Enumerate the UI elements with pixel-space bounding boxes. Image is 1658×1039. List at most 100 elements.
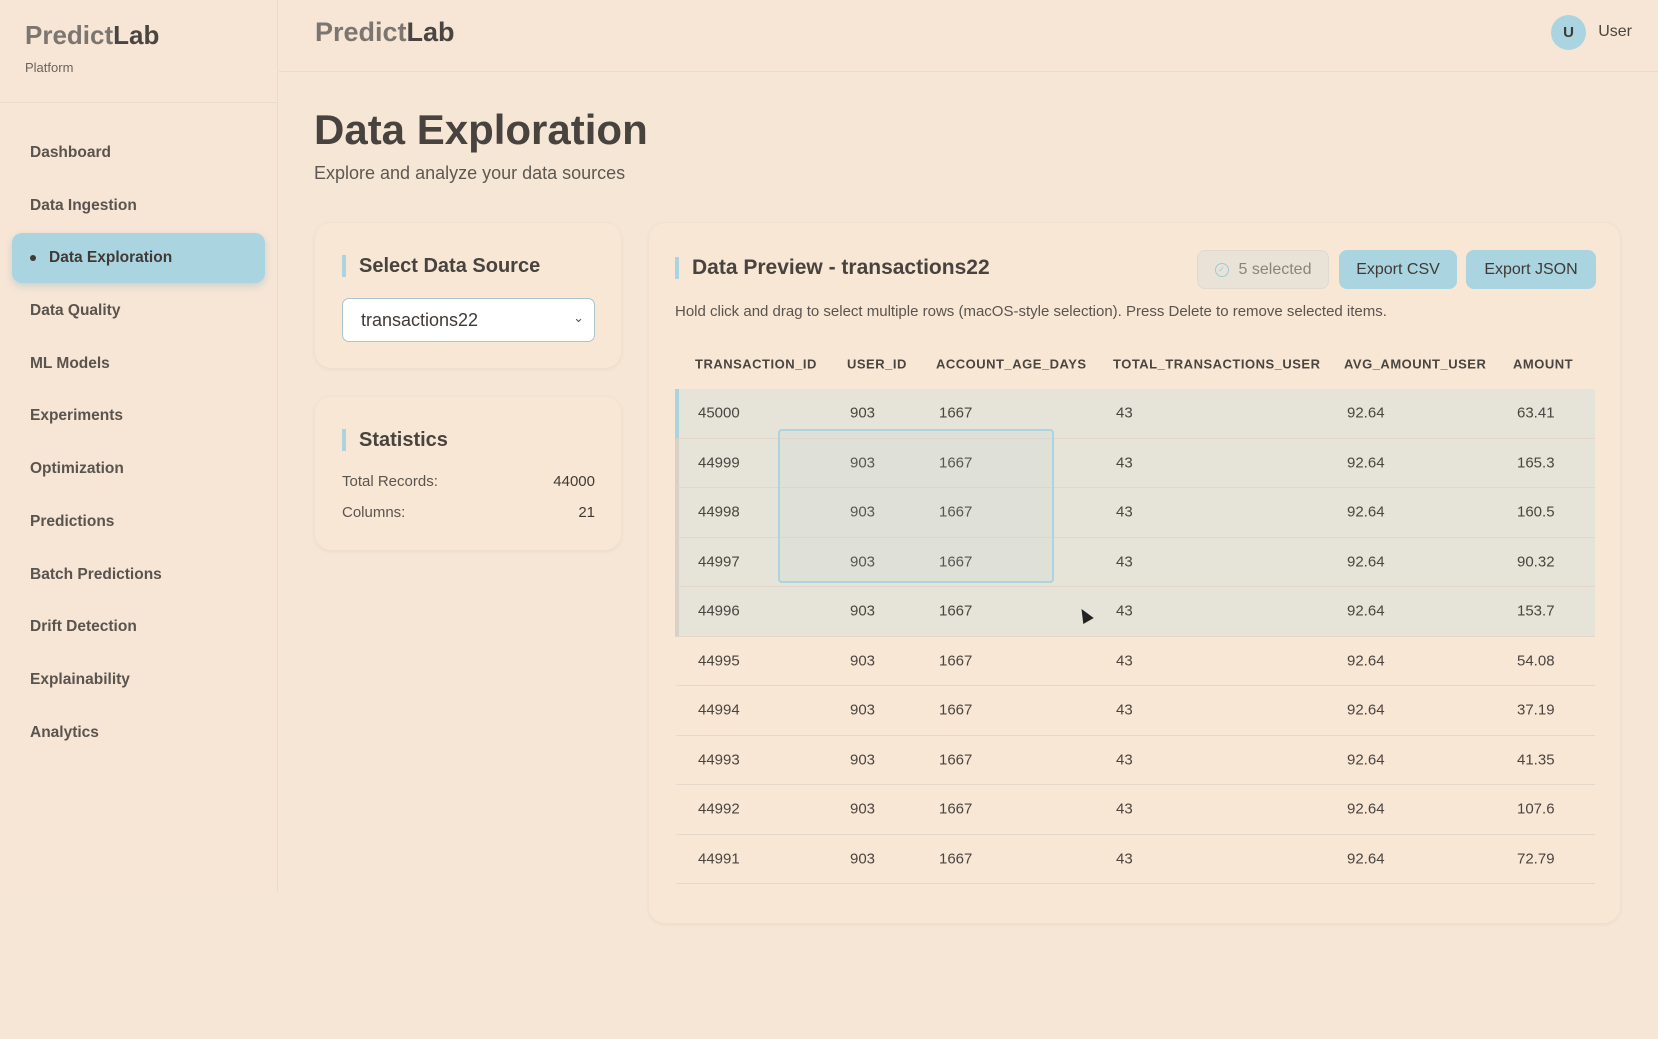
sidebar-item-dashboard[interactable]: Dashboard xyxy=(12,128,265,178)
sidebar-item-label: Optimization xyxy=(30,460,124,478)
table-cell: 44993 xyxy=(698,751,740,769)
top-bar: PredictLab U User xyxy=(279,0,1658,72)
table-cell: 72.79 xyxy=(1517,850,1555,868)
table-row[interactable]: 44991 903 1667 43 92.64 72.79 xyxy=(675,835,1595,884)
sidebar-item-experiments[interactable]: Experiments xyxy=(12,391,265,441)
sidebar-item-analytics[interactable]: Analytics xyxy=(12,708,265,758)
sidebar-item-data-ingestion[interactable]: Data Ingestion xyxy=(12,181,265,231)
divider xyxy=(0,102,278,103)
sidebar-item-label: Experiments xyxy=(30,407,124,425)
table-row[interactable]: 44995 903 1667 43 92.64 54.08 xyxy=(675,637,1595,686)
column-header[interactable]: USER_ID xyxy=(847,357,907,372)
sidebar-item-label: Data Quality xyxy=(30,302,121,320)
logo-prefix: Predict xyxy=(25,20,114,50)
sidebar-item-batch-predictions[interactable]: Batch Predictions xyxy=(12,550,265,600)
table-cell: 903 xyxy=(850,404,876,422)
sidebar-item-label: Predictions xyxy=(30,512,115,530)
table-cell: 92.64 xyxy=(1347,652,1385,670)
table-cell: 903 xyxy=(850,652,876,670)
table-cell: 43 xyxy=(1116,652,1133,670)
avatar[interactable]: U xyxy=(1551,15,1586,50)
export-csv-button[interactable]: Export CSV xyxy=(1339,250,1457,289)
selection-count-badge: ✓ 5 selected xyxy=(1197,250,1329,289)
user-name[interactable]: User xyxy=(1598,23,1632,41)
logo-prefix: Predict xyxy=(315,17,407,47)
page-title: Data Exploration xyxy=(314,106,648,153)
table-cell: 44996 xyxy=(698,602,740,620)
column-header[interactable]: ACCOUNT_AGE_DAYS xyxy=(936,357,1087,372)
card-title: Statistics xyxy=(342,429,448,451)
selection-hint: Hold click and drag to select multiple r… xyxy=(675,303,1387,320)
logo-suffix: Lab xyxy=(113,20,160,50)
active-dot-icon xyxy=(30,255,36,262)
table-cell: 92.64 xyxy=(1347,701,1385,719)
table-cell: 44991 xyxy=(698,850,740,868)
column-header[interactable]: TRANSACTION_ID xyxy=(695,357,817,372)
export-json-button[interactable]: Export JSON xyxy=(1466,250,1596,289)
table-cell: 44992 xyxy=(698,800,740,818)
card-title: Select Data Source xyxy=(342,255,540,277)
table-cell: 92.64 xyxy=(1347,553,1385,571)
table-cell: 37.19 xyxy=(1517,701,1555,719)
table-cell: 92.64 xyxy=(1347,404,1385,422)
chevron-down-icon: ⌄ xyxy=(573,310,584,325)
sidebar-item-label: Drift Detection xyxy=(30,618,137,636)
table-cell: 92.64 xyxy=(1347,850,1385,868)
sidebar-item-label: Batch Predictions xyxy=(30,565,162,583)
sidebar-logo[interactable]: PredictLab xyxy=(25,20,159,51)
table-cell: 903 xyxy=(850,701,876,719)
stat-value: 44000 xyxy=(553,473,595,490)
sidebar-item-predictions[interactable]: Predictions xyxy=(12,497,265,547)
table-cell: 44997 xyxy=(698,553,740,571)
table-cell: 1667 xyxy=(939,652,973,670)
check-circle-icon: ✓ xyxy=(1214,262,1229,277)
sidebar-nav: Dashboard Data Ingestion Data Exploration D… xyxy=(12,128,265,760)
sidebar-item-drift-detection[interactable]: Drift Detection xyxy=(12,602,265,652)
table-cell: 43 xyxy=(1116,800,1133,818)
table-row[interactable]: 44993 903 1667 43 92.64 41.35 xyxy=(675,736,1595,785)
table-cell: 1667 xyxy=(939,800,973,818)
table-cell: 153.7 xyxy=(1517,602,1555,620)
sidebar-item-optimization[interactable]: Optimization xyxy=(12,444,265,494)
stat-columns: Columns: 21 xyxy=(342,504,595,521)
table-cell: 165.3 xyxy=(1517,454,1555,472)
sidebar-item-data-exploration[interactable]: Data Exploration xyxy=(12,233,265,284)
table-cell: 45000 xyxy=(698,404,740,422)
table-cell: 43 xyxy=(1116,553,1133,571)
table-cell: 43 xyxy=(1116,454,1133,472)
column-header[interactable]: AMOUNT xyxy=(1513,357,1573,372)
drag-selection-rectangle xyxy=(778,429,1054,583)
data-source-select[interactable]: transactions22 ⌄ xyxy=(342,298,595,342)
table-cell: 43 xyxy=(1116,701,1133,719)
table-cell: 1667 xyxy=(939,404,973,422)
column-header[interactable]: AVG_AMOUNT_USER xyxy=(1344,357,1486,372)
table-cell: 43 xyxy=(1116,751,1133,769)
statistics-card: Statistics Total Records: 44000 Columns: 2… xyxy=(315,397,621,550)
sidebar-item-label: Data Ingestion xyxy=(30,196,137,214)
table-cell: 41.35 xyxy=(1517,751,1555,769)
sidebar-item-explainability[interactable]: Explainability xyxy=(12,655,265,705)
table-cell: 43 xyxy=(1116,404,1133,422)
table-cell: 43 xyxy=(1116,850,1133,868)
sidebar-item-data-quality[interactable]: Data Quality xyxy=(12,286,265,336)
table-cell: 43 xyxy=(1116,503,1133,521)
stat-label: Total Records: xyxy=(342,473,438,490)
column-header[interactable]: TOTAL_TRANSACTIONS_USER xyxy=(1113,357,1320,372)
page-subtitle: Explore and analyze your data sources xyxy=(314,163,626,183)
table-cell: 92.64 xyxy=(1347,503,1385,521)
sidebar-item-label: Dashboard xyxy=(30,144,111,161)
table-cell: 92.64 xyxy=(1347,800,1385,818)
table-cell: 903 xyxy=(850,800,876,818)
table-cell: 92.64 xyxy=(1347,454,1385,472)
table-row[interactable]: 44994 903 1667 43 92.64 37.19 xyxy=(675,686,1595,736)
table-cell: 44994 xyxy=(698,701,740,719)
logo-suffix: Lab xyxy=(406,17,455,47)
table-row[interactable]: 44992 903 1667 43 92.64 107.6 xyxy=(675,785,1595,835)
table-cell: 903 xyxy=(850,751,876,769)
sidebar-item-label: ML Models xyxy=(30,354,110,372)
table-row[interactable]: 44996 903 1667 43 92.64 153.7 xyxy=(675,587,1595,637)
table-header: TRANSACTION_ID USER_ID ACCOUNT_AGE_DAYS TOT… xyxy=(675,339,1595,389)
selected-value: transactions22 xyxy=(361,309,479,330)
sidebar-item-ml-models[interactable]: ML Models xyxy=(12,339,265,389)
header-logo[interactable]: PredictLab xyxy=(315,17,455,48)
